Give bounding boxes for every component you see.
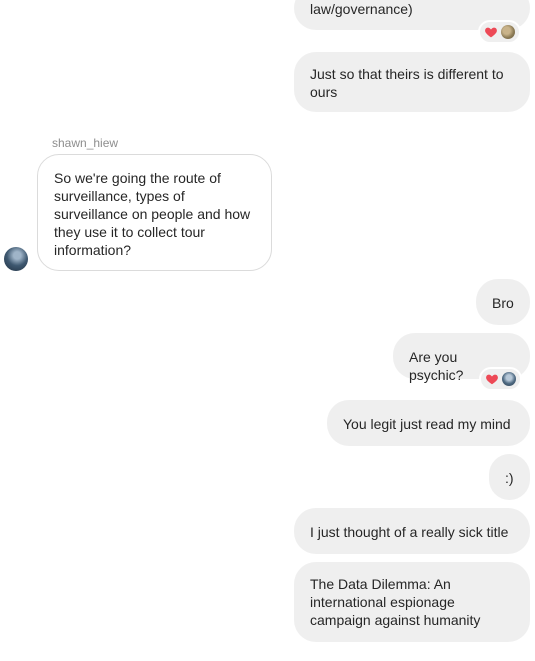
message-bubble-incoming[interactable]: So we're going the route of surveillance… [37,154,272,271]
message-text: Are you psychic? [409,349,464,383]
reactor-avatar [502,372,516,386]
message-text: law/governance) [310,1,413,17]
message-reactions[interactable] [479,367,522,391]
message-bubble-outgoing[interactable]: You legit just read my mind [327,400,530,446]
message-bubble-outgoing[interactable]: I just thought of a really sick title [294,508,530,554]
heart-icon [485,27,497,38]
message-text: You legit just read my mind [343,416,511,432]
message-text: Just so that theirs is different to ours [310,66,504,100]
heart-icon [486,374,498,385]
message-reactions[interactable] [478,20,521,44]
message-bubble-outgoing[interactable]: Just so that theirs is different to ours [294,52,530,112]
sender-name: shawn_hiew [52,136,119,150]
message-text: I just thought of a really sick title [310,524,509,540]
chat-thread: law/governance) Just so that theirs is d… [0,0,535,661]
message-text: The Data Dilemma: An international espio… [310,576,481,628]
reactor-avatar [501,25,515,39]
message-text: So we're going the route of surveillance… [54,170,251,258]
message-text: :) [505,470,514,486]
message-text: Bro [492,295,514,311]
message-bubble-outgoing[interactable]: :) [489,454,530,500]
message-bubble-outgoing[interactable]: The Data Dilemma: An international espio… [294,562,530,642]
message-bubble-outgoing[interactable]: Bro [476,279,530,325]
avatar[interactable] [4,247,28,271]
